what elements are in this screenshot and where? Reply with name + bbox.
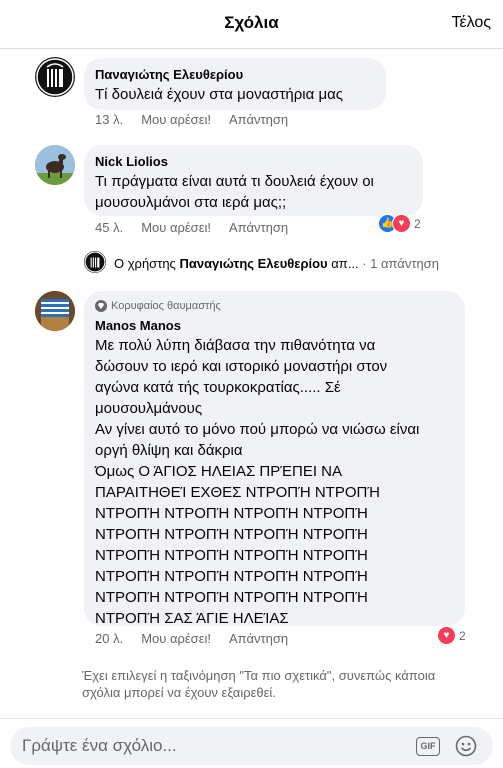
like-link[interactable]: Μου αρέσει!	[141, 112, 211, 127]
reaction-summary[interactable]: ♥ 2	[437, 626, 466, 645]
reply-preview-prefix: Ο χρήστης	[114, 256, 176, 271]
comment-author[interactable]: Manos Manos	[95, 318, 181, 333]
top-fan-label: Κορυφαίος θαυμαστής	[111, 300, 221, 312]
comment-text-line: μουσουλμάνους	[95, 400, 203, 417]
avatar[interactable]	[35, 291, 75, 331]
comment-bubble[interactable]: Παναγιώτης Ελευθερίου Τί δουλειά έχουν σ…	[84, 58, 386, 110]
like-link[interactable]: Μου αρέσει!	[141, 631, 211, 646]
gif-button[interactable]: GIF	[416, 737, 440, 756]
reply-preview[interactable]: Ο χρήστης Παναγιώτης Ελευθερίου απ... · …	[84, 250, 484, 276]
reply-link[interactable]: Απάντηση	[229, 220, 288, 235]
comment-text-line: Τι πράγματα είναι αυτά τι δουλειά έχουν …	[95, 173, 374, 190]
comment-bubble[interactable]: Nick Liolios Τι πράγματα είναι αυτά τι δ…	[84, 145, 423, 216]
comment-time[interactable]: 13 λ.	[95, 112, 123, 127]
reaction-count: 2	[459, 628, 466, 643]
comments-header: Σχόλια Τέλος	[0, 0, 503, 49]
comment-text-line: ΝΤΡΟΠΉ ΝΤΡΟΠΉ ΝΤΡΟΠΉ ΝΤΡΟΠΉ	[95, 505, 368, 522]
top-fan-badge: Κορυφαίος θαυμαστής	[95, 300, 221, 312]
love-icon: ♥	[392, 214, 411, 233]
comment-time[interactable]: 45 λ.	[95, 220, 123, 235]
comment-text-line: ΝΤΡΟΠΉ ΝΤΡΟΠΉ ΝΤΡΟΠΉ ΝΤΡΟΠΉ	[95, 547, 368, 564]
comment-time[interactable]: 20 λ.	[95, 631, 123, 646]
reply-preview-author: Παναγιώτης Ελευθερίου	[179, 256, 328, 271]
sort-note: Έχει επιλεγεί η ταξινόμηση "Τα πιο σχετι…	[82, 668, 436, 700]
club-logo-icon	[84, 251, 106, 273]
avatar	[84, 251, 106, 273]
comment-text-line: ΠΑΡΑΙΤΗΘΕΊ ΕΧΘΕΣ ΝΤΡΟΠΉ ΝΤΡΟΠΉ	[95, 484, 380, 501]
reply-link[interactable]: Απάντηση	[229, 631, 288, 646]
comment-text: Τί δουλειά έχουν στα μοναστήρια μας	[95, 86, 344, 103]
composer-divider	[0, 718, 503, 719]
page-title: Σχόλια	[224, 13, 279, 32]
comment-text-line: δώσουν το ιερό και ιστορικό μοναστήρι στ…	[95, 358, 388, 375]
comment-text: Με πολύ λύπη διάβασα την πιθανότητα να δώ…	[95, 335, 419, 629]
comment-input[interactable]: Γράψτε ένα σχόλιο... GIF	[10, 727, 493, 765]
comment-text-line: μουσουλμάνοι στα ιερά μας;;	[95, 194, 287, 211]
flag-photo-icon	[35, 291, 75, 331]
comment-actions: 20 λ. Μου αρέσει! Απάντηση	[95, 631, 306, 646]
comment-actions: 13 λ. Μου αρέσει! Απάντηση	[95, 112, 306, 127]
reaction-summary[interactable]: 👍 ♥ 2	[378, 214, 421, 233]
comment-text-line: ΝΤΡΟΠΉ ΝΤΡΟΠΉ ΝΤΡΟΠΉ ΝΤΡΟΠΉ	[95, 568, 368, 585]
comment-text-line: ΝΤΡΟΠΉ ΣΑΣ ΆΓΙΕ ΗΛΕΊΑΣ	[95, 610, 289, 627]
avatar[interactable]	[35, 145, 75, 185]
comment-text-line: ΝΤΡΟΠΉ ΝΤΡΟΠΉ ΝΤΡΟΠΉ ΝΤΡΟΠΉ	[95, 589, 368, 606]
comment-author[interactable]: Nick Liolios	[95, 154, 168, 169]
comment-actions: 45 λ. Μου αρέσει! Απάντηση	[95, 220, 306, 235]
done-button[interactable]: Τέλος	[451, 14, 491, 32]
reply-link[interactable]: Απάντηση	[229, 112, 288, 127]
comment-input-placeholder: Γράψτε ένα σχόλιο...	[22, 736, 177, 755]
comment-text-line: Με πολύ λύπη διάβασα την πιθανότητα να	[95, 337, 376, 354]
comment-text-line: Όμως Ο ΆΓΙΟΣ ΗΛΕΙΑΣ ΠΡΈΠΕΙ ΝΑ	[95, 463, 343, 480]
comment-author[interactable]: Παναγιώτης Ελευθερίου	[95, 67, 243, 82]
comment-text-line: αγώνα κατά τής τουρκοκρατίας..... Σέ	[95, 379, 341, 396]
reaction-count: 2	[414, 216, 421, 231]
reply-count: · 1 απάντηση	[362, 256, 439, 271]
club-logo-icon	[36, 58, 74, 96]
diamond-icon	[95, 300, 107, 312]
comment-bubble[interactable]: Κορυφαίος θαυμαστής Manos Manos Με πολύ …	[84, 291, 465, 629]
reply-preview-suffix: απ...	[331, 256, 359, 271]
horse-photo-icon	[35, 145, 75, 185]
like-link[interactable]: Μου αρέσει!	[141, 220, 211, 235]
comment-text-line: Αν γίνει αυτό το μόνο πού μπορώ να νιώσω…	[95, 421, 420, 438]
avatar[interactable]	[35, 57, 75, 97]
comment-text-line: ΝΤΡΟΠΉ ΝΤΡΟΠΉ ΝΤΡΟΠΉ ΝΤΡΟΠΉ	[95, 526, 368, 543]
emoji-icon[interactable]	[455, 735, 477, 757]
love-icon: ♥	[437, 626, 456, 645]
comment-text-line: οργή θλίψη και δάκρια	[95, 442, 243, 459]
